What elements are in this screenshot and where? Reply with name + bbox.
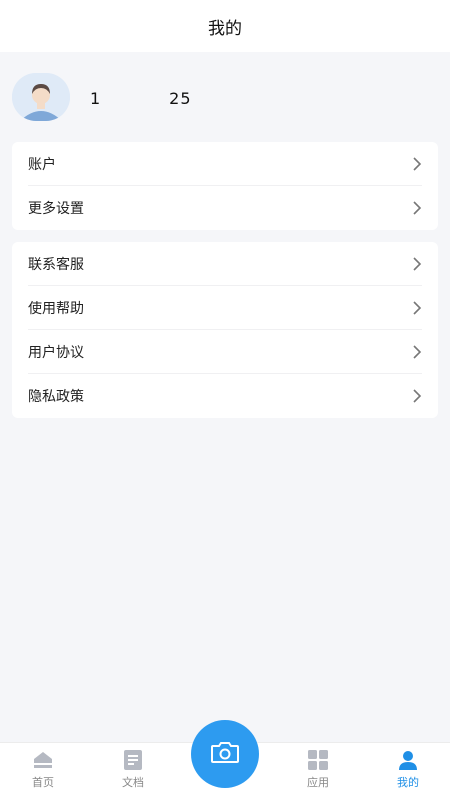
chevron-right-icon bbox=[412, 388, 422, 404]
menu-item-contact-support[interactable]: 联系客服 bbox=[28, 242, 422, 286]
menu-item-label: 账户 bbox=[28, 156, 56, 173]
menu-item-label: 使用帮助 bbox=[28, 300, 84, 317]
menu-item-label: 更多设置 bbox=[28, 201, 84, 217]
menu-item-account[interactable]: 账户 bbox=[28, 142, 422, 186]
tab-apps[interactable]: 应用 bbox=[288, 749, 348, 790]
chevron-right-icon bbox=[412, 256, 422, 272]
apps-grid-icon bbox=[288, 749, 348, 771]
settings-group-1: 账户 更多设置 bbox=[12, 142, 438, 230]
tab-mine[interactable]: 我的 bbox=[378, 749, 438, 790]
chevron-right-icon bbox=[412, 156, 422, 172]
camera-icon bbox=[210, 740, 240, 768]
document-icon bbox=[103, 749, 163, 771]
menu-item-user-agreement[interactable]: 用户协议 bbox=[28, 330, 422, 374]
menu-item-label: 用户协议 bbox=[28, 344, 84, 361]
tab-docs[interactable]: 文档 bbox=[103, 749, 163, 790]
home-icon bbox=[13, 749, 73, 771]
tab-label: 文档 bbox=[122, 776, 144, 789]
chevron-right-icon bbox=[412, 344, 422, 360]
camera-button[interactable] bbox=[191, 720, 259, 788]
menu-item-label: 联系客服 bbox=[28, 256, 84, 273]
username: 1 25 bbox=[90, 89, 192, 108]
tab-label: 我的 bbox=[397, 776, 419, 789]
tab-label: 首页 bbox=[32, 776, 54, 789]
top-header: 我的 bbox=[0, 0, 450, 52]
avatar[interactable] bbox=[12, 73, 70, 121]
menu-item-help[interactable]: 使用帮助 bbox=[28, 286, 422, 330]
menu-item-label: 隐私政策 bbox=[28, 389, 84, 405]
tab-label: 应用 bbox=[307, 776, 329, 789]
settings-group-2: 联系客服 使用帮助 用户协议 隐私政策 bbox=[12, 242, 438, 418]
chevron-right-icon bbox=[412, 300, 422, 316]
user-icon bbox=[378, 749, 438, 771]
tab-home[interactable]: 首页 bbox=[13, 749, 73, 790]
page-title: 我的 bbox=[208, 18, 242, 39]
menu-item-more-settings[interactable]: 更多设置 bbox=[28, 186, 422, 230]
chevron-right-icon bbox=[412, 200, 422, 216]
menu-item-privacy-policy[interactable]: 隐私政策 bbox=[28, 374, 422, 418]
profile-section[interactable]: 1 25 bbox=[0, 52, 450, 142]
